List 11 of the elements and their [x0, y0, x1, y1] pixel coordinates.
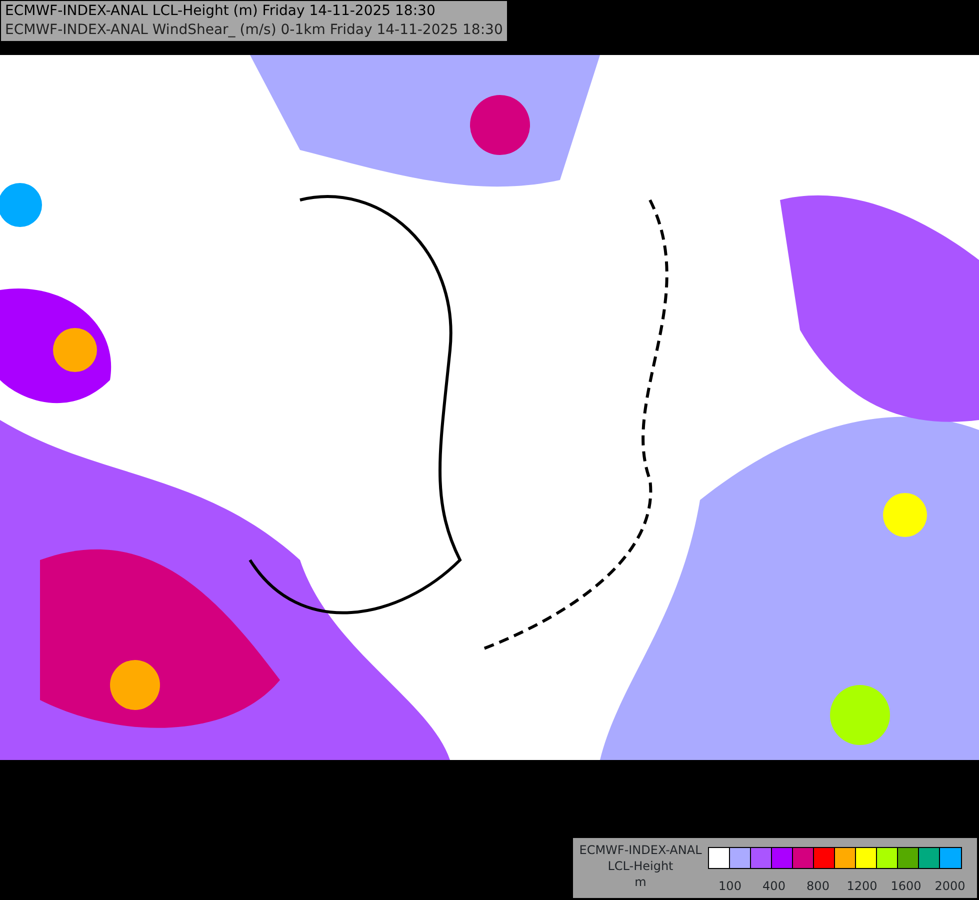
chart-title: ECMWF-INDEX-ANAL LCL-Height (m) Friday 14-11-2025 18:30: [5, 2, 436, 21]
chart-title: ECMWF-INDEX-ANAL WindShear_ (m/s) 0-1km Friday 14-11-2025 18:30: [5, 21, 503, 40]
tick-label: 100: [718, 878, 742, 895]
tick-label: 800: [806, 878, 830, 895]
legend-title: ECMWF-INDEX-ANAL: [579, 842, 702, 858]
legend-title: m: [634, 874, 646, 890]
tick-label: 400: [762, 878, 786, 895]
legend-title: LCL-Height: [608, 858, 674, 874]
tick-label: 2000: [934, 878, 966, 895]
tick-label: 1200: [846, 878, 878, 895]
tick-label: 1600: [890, 878, 922, 895]
